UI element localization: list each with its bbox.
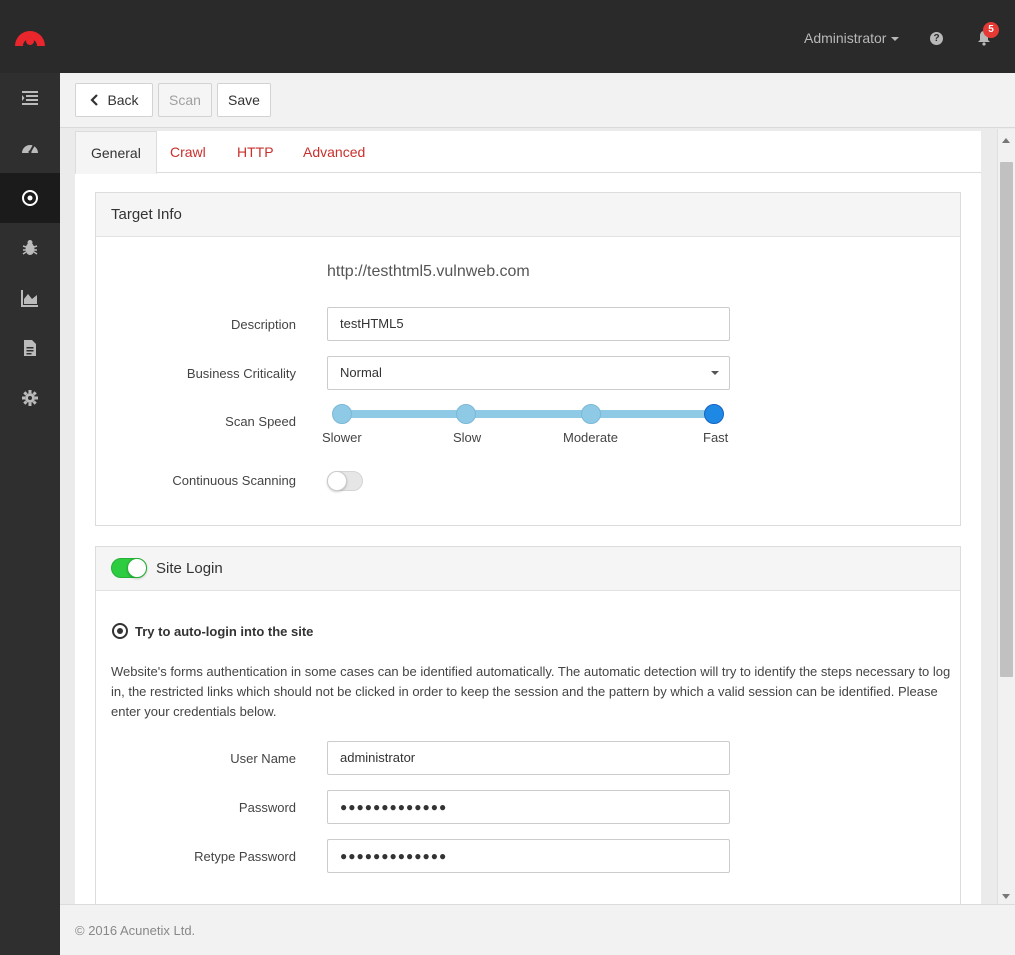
site-login-section: Site Login Try to auto-login into the si…: [95, 546, 961, 904]
target-info-title: Target Info: [96, 193, 960, 237]
chevron-left-icon: [90, 94, 99, 106]
site-login-header: Site Login: [96, 547, 960, 591]
caret-down-icon: [711, 371, 719, 375]
help-icon[interactable]: ?: [930, 32, 943, 45]
top-bar: Administrator ? 5: [0, 0, 1015, 73]
user-menu-label: Administrator: [804, 30, 887, 46]
scan-speed-slider-track[interactable]: [342, 410, 714, 418]
sidebar-item-dashboard[interactable]: [0, 73, 60, 123]
dashboard-list-icon: [22, 91, 38, 105]
business-criticality-label: Business Criticality: [186, 366, 296, 381]
business-criticality-select[interactable]: Normal: [327, 356, 730, 390]
scan-speed-label: Scan Speed: [225, 414, 296, 429]
tab-crawl[interactable]: Crawl: [155, 131, 221, 173]
scan-speed-stop-slower[interactable]: [332, 404, 352, 424]
sidebar-item-targets[interactable]: [0, 173, 60, 223]
toggle-knob: [127, 558, 147, 578]
scan-speed-option-moderate[interactable]: Moderate: [563, 430, 618, 445]
gear-icon: [22, 390, 38, 406]
toolbar: Back Scan Save: [60, 73, 1015, 128]
sidebar-item-reports-chart[interactable]: [0, 273, 60, 323]
scan-button[interactable]: Scan: [158, 83, 212, 117]
scan-speed-handle[interactable]: [704, 404, 724, 424]
username-label: User Name: [230, 751, 296, 766]
sidebar-item-reports[interactable]: [0, 323, 60, 373]
scrollbar-thumb[interactable]: [1000, 162, 1013, 677]
footer: © 2016 Acunetix Ltd.: [60, 904, 1015, 955]
continuous-scanning-label: Continuous Scanning: [172, 473, 296, 488]
area-chart-icon: [21, 290, 38, 307]
document-icon: [24, 340, 36, 356]
acunetix-logo-icon[interactable]: [12, 20, 48, 48]
description-input[interactable]: testHTML5: [327, 307, 730, 341]
scroll-down-arrow-icon[interactable]: [1002, 894, 1010, 899]
retype-password-input[interactable]: ●●●●●●●●●●●●●: [327, 839, 730, 873]
auto-login-description: Website's forms authentication in some c…: [111, 664, 951, 719]
main-content: General Crawl HTTP Advanced Target Info …: [60, 129, 997, 904]
target-url: http://testhtml5.vulnweb.com: [327, 263, 530, 280]
sidebar-item-vulnerabilities[interactable]: [0, 223, 60, 273]
scan-speed-option-fast[interactable]: Fast: [703, 430, 728, 445]
business-criticality-value: Normal: [340, 365, 382, 380]
scan-speed-option-slower[interactable]: Slower: [322, 430, 362, 445]
username-input[interactable]: administrator: [327, 741, 730, 775]
copyright-text: © 2016 Acunetix Ltd.: [75, 923, 196, 938]
user-menu[interactable]: Administrator: [804, 30, 900, 46]
sidebar: [0, 73, 60, 955]
sidebar-item-speed[interactable]: [0, 123, 60, 173]
bug-icon: [22, 240, 38, 255]
site-login-toggle[interactable]: [111, 558, 147, 578]
target-info-section: Target Info http://testhtml5.vulnweb.com…: [95, 192, 961, 526]
target-settings-panel: General Crawl HTTP Advanced Target Info …: [75, 131, 981, 904]
scan-speed-stop-slow[interactable]: [456, 404, 476, 424]
vertical-scrollbar[interactable]: [997, 129, 1015, 904]
password-input[interactable]: ●●●●●●●●●●●●●: [327, 790, 730, 824]
continuous-scanning-toggle[interactable]: [327, 471, 363, 491]
tab-bar: General Crawl HTTP Advanced: [75, 131, 981, 174]
back-button[interactable]: Back: [75, 83, 153, 117]
caret-down-icon: [891, 37, 900, 42]
auto-login-label[interactable]: Try to auto-login into the site: [135, 624, 313, 639]
sidebar-item-settings[interactable]: [0, 373, 60, 423]
back-button-label: Back: [107, 92, 139, 108]
notification-badge[interactable]: 5: [983, 22, 999, 38]
save-button[interactable]: Save: [217, 83, 271, 117]
password-label: Password: [238, 800, 296, 815]
auto-login-radio[interactable]: [112, 623, 128, 639]
tab-general[interactable]: General: [75, 131, 157, 174]
scroll-up-arrow-icon[interactable]: [1002, 138, 1010, 143]
description-label: Description: [230, 317, 296, 332]
toggle-knob: [327, 471, 347, 491]
tab-advanced[interactable]: Advanced: [288, 131, 380, 173]
tab-http[interactable]: HTTP: [222, 131, 289, 173]
target-icon: [22, 190, 38, 206]
scan-speed-stop-moderate[interactable]: [581, 404, 601, 424]
scan-speed-option-slow[interactable]: Slow: [453, 430, 481, 445]
retype-password-label: Retype Password: [194, 849, 296, 864]
speedometer-icon: [22, 144, 38, 154]
site-login-title: Site Login: [156, 560, 223, 577]
